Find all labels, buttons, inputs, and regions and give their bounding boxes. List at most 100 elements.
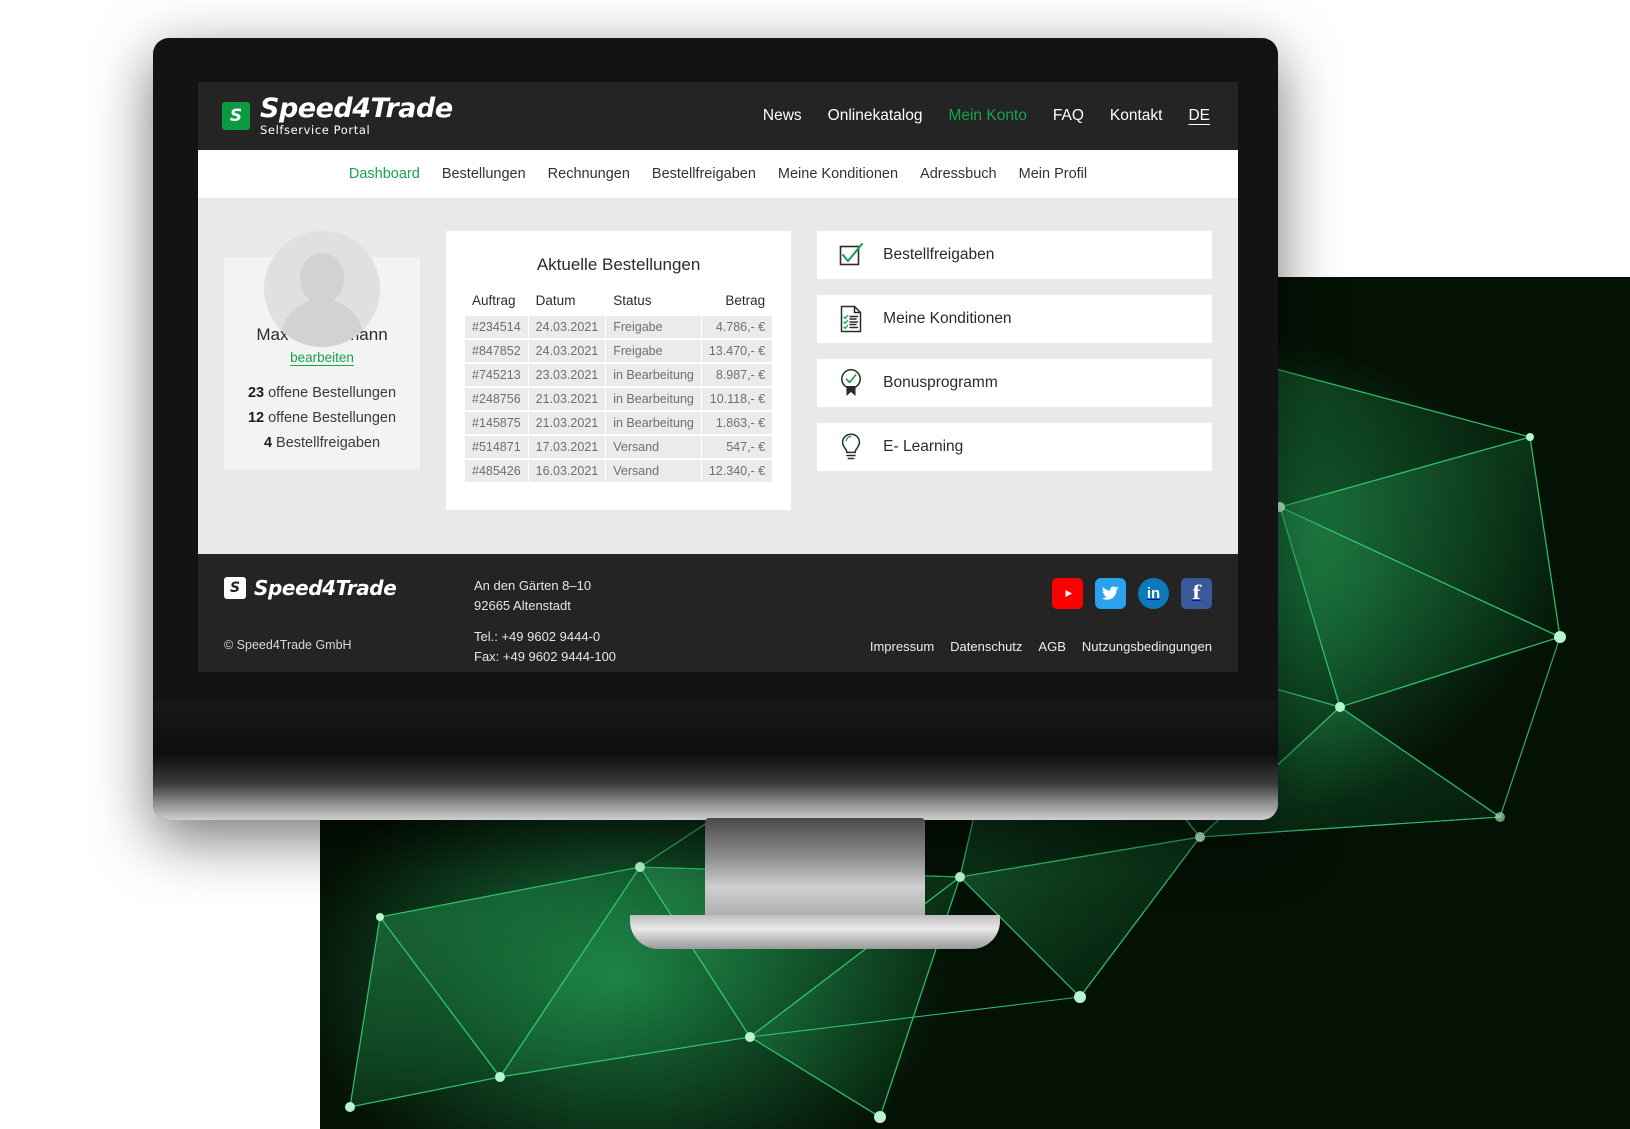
- profile-panel: Max Mustermann bearbeiten 23 offene Best…: [224, 231, 420, 469]
- footer-link-nutzungsbedingungen[interactable]: Nutzungsbedingungen: [1082, 639, 1212, 654]
- orders-col-betrag: Betrag: [725, 293, 766, 308]
- orders-table: Auftrag Datum Status Betrag #234514 24.0…: [464, 291, 773, 484]
- table-row[interactable]: #234514 24.03.2021 Freigabe 4.786,- €: [465, 316, 773, 338]
- subnav-item-adressbuch[interactable]: Adressbuch: [920, 166, 997, 182]
- profile-stat-count: 23: [247, 385, 265, 401]
- brand-subtitle: Selfservice Portal: [260, 123, 371, 138]
- topnav-item-kontakt[interactable]: Kontakt: [1110, 107, 1163, 125]
- profile-stat-label: Bestellfreigaben: [276, 435, 381, 451]
- tile-e-learning[interactable]: E- Learning: [817, 423, 1212, 471]
- cell-status: Freigabe: [606, 316, 701, 338]
- tile-label: Bonusprogramm: [883, 374, 998, 391]
- footer-link-datenschutz[interactable]: Datenschutz: [950, 639, 1022, 654]
- table-row[interactable]: #485426 16.03.2021 Versand 12.340,- €: [465, 460, 773, 482]
- cell-betrag: 10.118,- €: [701, 388, 773, 410]
- footer-contact-column: An den Gärten 8–10 92665 Altenstadt Tel.…: [474, 576, 616, 672]
- profile-stat-count: 4: [263, 435, 273, 451]
- cell-datum: 24.03.2021: [528, 340, 606, 362]
- profile-edit-link[interactable]: bearbeiten: [290, 350, 354, 365]
- subnav-item-rechnungen[interactable]: Rechnungen: [548, 166, 630, 182]
- profile-stat-label: offene Bestellungen: [268, 385, 397, 401]
- footer-brand-column: S Speed4Trade © Speed4Trade GmbH: [224, 576, 474, 672]
- tile-bestellfreigaben[interactable]: Bestellfreigaben: [817, 231, 1212, 279]
- cell-status: in Bearbeitung: [606, 412, 701, 434]
- twitter-icon[interactable]: [1095, 578, 1126, 609]
- topnav-item-mein-konto[interactable]: Mein Konto: [948, 107, 1026, 125]
- subnav-item-bestellfreigaben[interactable]: Bestellfreigaben: [652, 166, 756, 182]
- monitor-stand-neck: [705, 818, 925, 930]
- footer-address-line1: An den Gärten 8–10: [474, 578, 592, 593]
- cell-betrag: 12.340,- €: [701, 460, 773, 482]
- subnav-item-mein-profil[interactable]: Mein Profil: [1019, 166, 1088, 182]
- cell-datum: 17.03.2021: [528, 436, 606, 458]
- orders-col-status: Status: [613, 293, 652, 308]
- badge-check-icon: [837, 368, 865, 398]
- tile-meine-konditionen[interactable]: Meine Konditionen: [817, 295, 1212, 343]
- topnav-item-faq[interactable]: FAQ: [1053, 107, 1084, 125]
- footer-right-column: in f Impressum Datenschutz AGB Nutzungsb…: [870, 576, 1212, 672]
- subnav-item-dashboard[interactable]: Dashboard: [349, 166, 420, 182]
- footer-link-agb[interactable]: AGB: [1038, 639, 1065, 654]
- lightbulb-icon: [837, 432, 865, 462]
- youtube-icon[interactable]: [1052, 578, 1083, 609]
- profile-stat-label: offene Bestellungen: [268, 410, 397, 426]
- avatar-head-shape: [300, 253, 344, 303]
- subnav-item-meine-konditionen[interactable]: Meine Konditionen: [778, 166, 898, 182]
- brand-name: Speed4Trade: [260, 93, 453, 125]
- facebook-icon[interactable]: f: [1181, 578, 1212, 609]
- tile-label: E- Learning: [883, 438, 964, 455]
- primary-nav: News Onlinekatalog Mein Konto FAQ Kontak…: [763, 107, 1238, 125]
- cell-datum: 24.03.2021: [528, 316, 606, 338]
- topnav-item-news[interactable]: News: [763, 107, 802, 125]
- cell-betrag: 547,- €: [701, 436, 773, 458]
- document-list-icon: [837, 304, 865, 334]
- cell-status: in Bearbeitung: [606, 388, 701, 410]
- orders-card: Aktuelle Bestellungen Auftrag Datum Stat…: [446, 231, 792, 510]
- cell-status: Versand: [606, 460, 701, 482]
- cell-auftrag: #248756: [465, 388, 528, 410]
- subnav-item-bestellungen[interactable]: Bestellungen: [442, 166, 526, 182]
- footer-phone: Tel.: +49 9602 9444-0: [474, 629, 601, 644]
- table-row[interactable]: #745213 23.03.2021 in Bearbeitung 8.987,…: [465, 364, 773, 386]
- avatar: [264, 231, 380, 347]
- table-row[interactable]: #145875 21.03.2021 in Bearbeitung 1.863,…: [465, 412, 773, 434]
- footer-fax: Fax: +49 9602 9444-100: [474, 648, 617, 664]
- table-row[interactable]: #514871 17.03.2021 Versand 547,- €: [465, 436, 773, 458]
- cell-status: in Bearbeitung: [606, 364, 701, 386]
- table-row[interactable]: #847852 24.03.2021 Freigabe 13.470,- €: [465, 340, 773, 362]
- tile-label: Meine Konditionen: [883, 310, 1012, 327]
- secondary-nav: Dashboard Bestellungen Rechnungen Bestel…: [198, 150, 1238, 199]
- cell-betrag: 13.470,- €: [701, 340, 773, 362]
- orders-header-row: Auftrag Datum Status Betrag: [465, 293, 772, 314]
- site-header: S Speed4Trade Selfservice Portal News On…: [198, 82, 1238, 150]
- footer-logo[interactable]: S Speed4Trade: [224, 576, 474, 600]
- topnav-item-onlinekatalog[interactable]: Onlinekatalog: [828, 107, 923, 125]
- linkedin-glyph: in: [1146, 585, 1161, 602]
- language-switch-de[interactable]: DE: [1188, 107, 1210, 125]
- cell-auftrag: #145875: [465, 412, 528, 434]
- profile-stat-row: 23 offene Bestellungen: [234, 385, 410, 401]
- footer-brand-name: Speed4Trade: [254, 576, 397, 600]
- orders-col-datum: Datum: [535, 293, 576, 308]
- brand-logo[interactable]: S Speed4Trade Selfservice Portal: [222, 95, 453, 137]
- footer-link-impressum[interactable]: Impressum: [870, 639, 934, 654]
- profile-stat-row: 12 offene Bestellungen: [234, 410, 410, 426]
- avatar-body-shape: [280, 299, 364, 347]
- linkedin-icon[interactable]: in: [1138, 578, 1169, 609]
- cell-auftrag: #745213: [465, 364, 528, 386]
- cell-status: Freigabe: [606, 340, 701, 362]
- footer-brand-mark-icon: S: [224, 577, 246, 599]
- cell-datum: 21.03.2021: [528, 388, 606, 410]
- cell-datum: 21.03.2021: [528, 412, 606, 434]
- profile-stat-row: 4 Bestellfreigaben: [234, 435, 410, 451]
- monitor-stand-foot: [630, 915, 1000, 949]
- table-row[interactable]: #248756 21.03.2021 in Bearbeitung 10.118…: [465, 388, 773, 410]
- social-links: in f: [1052, 578, 1212, 609]
- orders-col-auftrag: Auftrag: [472, 293, 516, 308]
- tile-bonusprogramm[interactable]: Bonusprogramm: [817, 359, 1212, 407]
- profile-stat-count: 12: [247, 410, 265, 426]
- footer-links: Impressum Datenschutz AGB Nutzungsbeding…: [870, 639, 1212, 654]
- browser-screen: S Speed4Trade Selfservice Portal News On…: [198, 82, 1238, 672]
- tile-label: Bestellfreigaben: [883, 246, 995, 263]
- monitor-lower-bezel: [153, 700, 1278, 820]
